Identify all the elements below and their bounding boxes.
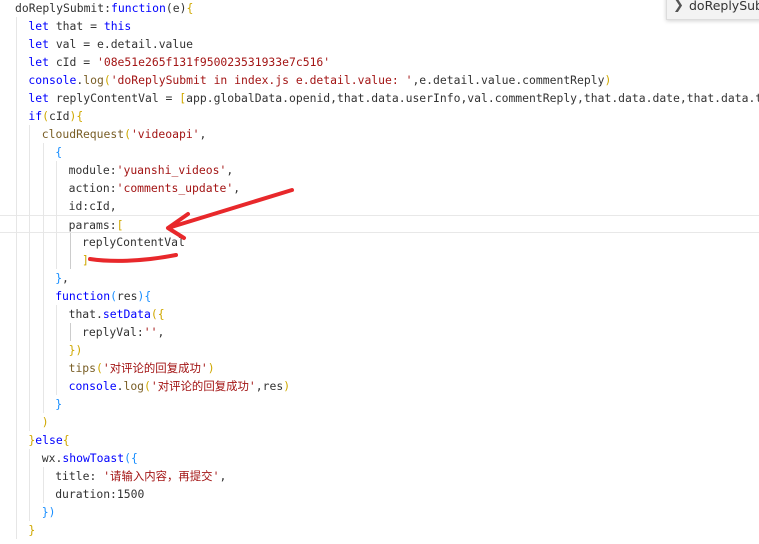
code-token: ( [96, 361, 103, 375]
code-token: '08e51e265f131f950023531933e7c516' [96, 55, 331, 69]
code-token: replyVal: [82, 325, 144, 339]
code-token: '对评论的回复成功' [150, 379, 256, 393]
code-token: ) [41, 415, 49, 429]
code-token: } [55, 397, 63, 411]
code-token: ] [82, 253, 89, 267]
code-token: that = [48, 19, 104, 33]
chevron-right-icon[interactable]: ❯ [673, 0, 684, 13]
code-token: if [28, 109, 43, 123]
code-token: ( [124, 127, 131, 141]
code-token: replyContentVal [82, 235, 185, 249]
code-token: 'yuanshi_videos' [116, 163, 227, 177]
code-token: log [83, 73, 104, 87]
code-token: , [199, 127, 207, 141]
code-token: , [233, 181, 241, 195]
indent-guide [42, 143, 44, 413]
code-token: action: [68, 181, 117, 195]
code-token: , [219, 469, 227, 483]
indent-guide [42, 467, 44, 503]
code-token: ( [150, 307, 158, 321]
code-token: ( [144, 379, 151, 393]
code-editor[interactable]: doReplySubmit:function(e){let that = thi… [0, 0, 759, 544]
code-token: cloudRequest [41, 127, 125, 141]
code-token: } [28, 523, 36, 537]
code-token: title: [55, 469, 104, 483]
code-token: app.globalData.openid,that.data.userInfo… [186, 91, 759, 105]
code-token: '对评论的回复成功' [102, 361, 208, 375]
indent-guide [56, 161, 58, 269]
code-token: ) [604, 73, 612, 87]
code-token: ( [42, 109, 49, 123]
code-token: ) [75, 343, 83, 357]
code-token: 'videoapi' [130, 127, 200, 141]
code-token: ,res [255, 379, 284, 393]
indent-guide [16, 17, 17, 539]
code-token: id:cId, [68, 199, 117, 213]
indent-guide [69, 233, 71, 269]
code-token: function [111, 1, 166, 15]
code-token: { [144, 289, 152, 303]
code-token: ( [110, 289, 117, 303]
code-token: replyContentVal = [48, 91, 180, 105]
indent-guide [29, 449, 31, 521]
code-token: { [55, 145, 63, 159]
code-token: params: [68, 218, 117, 232]
code-token: ) [283, 379, 291, 393]
code-token: [ [116, 218, 124, 232]
code-token: doReplySubmit [15, 1, 105, 15]
code-token: cId = [48, 55, 97, 69]
code-token: 'comments_update' [116, 181, 234, 195]
code-token: duration:1500 [55, 487, 145, 501]
code-token: , [157, 325, 165, 339]
code-token: let [28, 55, 49, 69]
code-token: : [104, 1, 112, 15]
code-token: val = e.detail.value [48, 37, 193, 51]
code-token: 'doReplySubmit in index.js e.detail.valu… [110, 73, 413, 87]
code-token: wx. [41, 451, 63, 465]
indent-guide [69, 323, 71, 341]
code-token: ) [48, 505, 56, 519]
code-token: { [76, 109, 84, 123]
code-token: } [41, 505, 49, 519]
code-token: '' [143, 325, 158, 339]
code-token: res [116, 289, 138, 303]
code-token: ( [103, 73, 111, 87]
code-token: let [28, 19, 49, 33]
indent-guide [56, 305, 58, 395]
code-token: showToast [62, 451, 125, 465]
code-line[interactable]: params:[ [0, 215, 759, 233]
code-token: { [62, 433, 70, 447]
code-token: , [62, 271, 69, 285]
code-token: let [28, 91, 49, 105]
code-token: console [68, 379, 117, 393]
find-widget[interactable]: ❯ doReplySubmi [666, 0, 759, 20]
code-token: let [28, 37, 49, 51]
code-token: that. [68, 307, 103, 321]
code-token: setData [102, 307, 151, 321]
code-token: ,e.detail.value.commentReply [412, 73, 605, 87]
code-token: , [226, 163, 234, 177]
code-token: function [55, 289, 111, 303]
code-token: log [123, 379, 145, 393]
code-token: '请输入内容，再提交' [103, 469, 220, 483]
code-token: ( [124, 451, 131, 465]
code-token: cId [48, 109, 70, 123]
code-token: ) [207, 361, 215, 375]
find-input-value[interactable]: doReplySubmi [689, 0, 759, 13]
code-token: (e) [165, 1, 187, 15]
code-token: tips [68, 361, 97, 375]
code-token: else [35, 433, 63, 447]
code-token: this [103, 19, 132, 33]
indent-guide [29, 125, 31, 431]
code-token: module: [68, 163, 117, 177]
code-token: { [186, 1, 194, 15]
code-token: { [157, 307, 165, 321]
code-token: { [130, 451, 138, 465]
code-token: console [28, 73, 77, 87]
